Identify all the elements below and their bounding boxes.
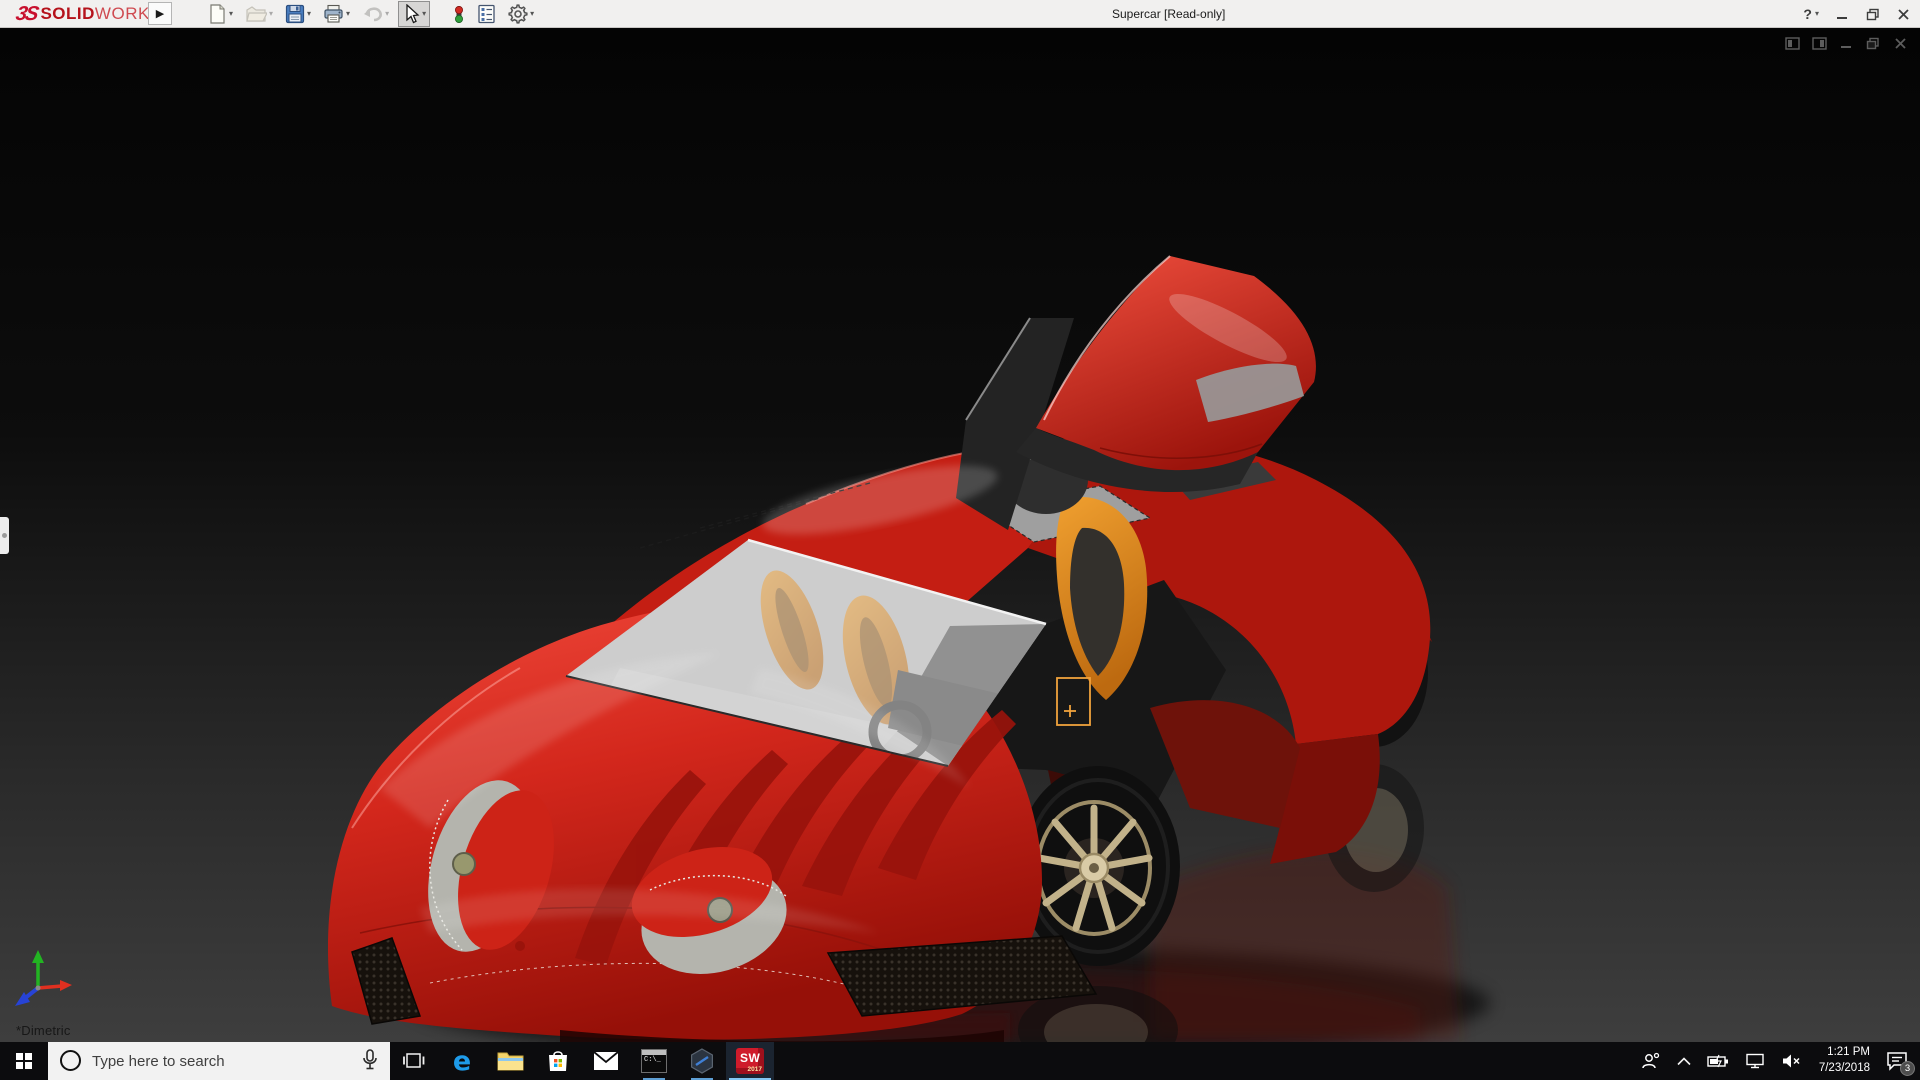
help-icon: ?	[1803, 6, 1812, 22]
view-orientation-label: *Dimetric	[16, 1023, 71, 1038]
new-document-icon	[210, 4, 225, 24]
dropdown-caret-icon[interactable]: ▾	[1815, 10, 1819, 18]
people-icon	[1642, 1052, 1659, 1069]
dropdown-caret-icon[interactable]: ▾	[530, 10, 534, 18]
minimize-icon	[1837, 16, 1847, 19]
start-button[interactable]	[0, 1042, 48, 1080]
hexagon-app-icon	[690, 1048, 713, 1074]
file-properties-icon	[478, 4, 495, 24]
windows-taskbar: e C:\_	[0, 1042, 1920, 1080]
options-gear-icon	[508, 4, 528, 24]
battery-button[interactable]	[1699, 1042, 1737, 1080]
options-button[interactable]: ▾	[505, 1, 537, 27]
dropdown-caret-icon[interactable]: ▾	[346, 10, 350, 18]
taskbar-app-solidworks[interactable]: SW 2017	[726, 1042, 774, 1080]
volume-button[interactable]	[1773, 1042, 1809, 1080]
rebuild-stoplight-icon	[455, 5, 464, 23]
help-button[interactable]: ? ▾	[1803, 6, 1819, 22]
3d-scene[interactable]	[0, 28, 1920, 1042]
battery-charging-icon	[1707, 1054, 1728, 1068]
tray-date: 7/23/2018	[1818, 1062, 1870, 1074]
windows-logo-icon	[16, 1053, 32, 1069]
store-icon	[549, 1051, 567, 1071]
microphone-icon[interactable]	[362, 1049, 378, 1076]
titlebar: 3S SOLID WORKS ▶ ▾ ▾ ▾ ▾ ▾ ▾ ▾ Supercar …	[0, 0, 1920, 28]
dropdown-caret-icon[interactable]: ▾	[307, 10, 311, 18]
flyout-arrow-icon: ▶	[155, 8, 165, 20]
brand-solid-text: SOLID	[40, 4, 95, 23]
print-button[interactable]: ▾	[320, 1, 353, 27]
mail-icon	[593, 1051, 619, 1070]
select-button[interactable]: ▾	[398, 1, 431, 27]
dassault-3ds-logo-icon: 3S	[13, 2, 39, 25]
open-folder-icon	[246, 6, 268, 22]
select-cursor-icon	[406, 4, 420, 24]
print-icon	[324, 4, 343, 23]
task-view-icon	[403, 1053, 425, 1068]
doc-restore-icon[interactable]	[1865, 36, 1881, 50]
ethernet-icon	[1746, 1053, 1764, 1069]
dropdown-caret-icon[interactable]: ▾	[269, 10, 273, 18]
tray-time: 1:21 PM	[1827, 1046, 1870, 1059]
undo-icon	[364, 7, 382, 22]
edge-icon: e	[452, 1045, 472, 1077]
dropdown-caret-icon[interactable]: ▾	[422, 10, 426, 18]
action-center-button[interactable]: 3	[1880, 1042, 1920, 1080]
cortana-icon	[60, 1050, 81, 1071]
solidworks-2017-icon: SW 2017	[736, 1048, 764, 1074]
close-icon	[1898, 8, 1909, 20]
people-button[interactable]	[1633, 1042, 1669, 1080]
taskbar-app-store[interactable]	[534, 1042, 582, 1080]
chevron-up-icon	[1677, 1056, 1691, 1065]
new-document-button[interactable]: ▾	[205, 1, 236, 27]
notification-badge: 3	[1900, 1061, 1915, 1076]
taskbar-app-hex[interactable]	[678, 1042, 726, 1080]
task-view-button[interactable]	[390, 1042, 438, 1080]
toolbar-flyout-button[interactable]: ▶	[148, 2, 172, 25]
taskbar-search[interactable]	[48, 1042, 390, 1080]
close-button[interactable]	[1897, 8, 1910, 21]
graphics-viewport[interactable]: *Dimetric	[0, 28, 1920, 1042]
file-properties-button[interactable]	[474, 1, 499, 27]
undo-button[interactable]: ▾	[359, 1, 392, 27]
restore-button[interactable]	[1866, 8, 1880, 21]
document-window-controls	[1784, 36, 1908, 50]
quick-access-toolbar: ▾ ▾ ▾ ▾ ▾ ▾ ▾	[205, 0, 537, 28]
volume-muted-icon	[1782, 1054, 1800, 1068]
taskbar-app-mail[interactable]	[582, 1042, 630, 1080]
restore-icon	[1866, 8, 1879, 20]
save-floppy-icon	[285, 4, 305, 24]
featuremanager-collapsed-tab[interactable]	[0, 517, 9, 554]
document-title: Supercar [Read-only]	[1112, 7, 1226, 21]
doc-minimize-icon[interactable]	[1838, 36, 1854, 50]
open-button[interactable]: ▾	[242, 1, 276, 27]
taskbar-app-file-explorer[interactable]	[486, 1042, 534, 1080]
doc-close-icon[interactable]	[1892, 36, 1908, 50]
file-explorer-icon	[497, 1052, 523, 1071]
search-input[interactable]	[92, 1042, 342, 1080]
command-prompt-icon: C:\_	[641, 1049, 667, 1073]
network-button[interactable]	[1737, 1042, 1773, 1080]
clock[interactable]: 1:21 PM 7/23/2018	[1809, 1042, 1880, 1080]
show-hidden-icons-button[interactable]	[1669, 1042, 1699, 1080]
minimize-button[interactable]	[1836, 8, 1849, 21]
taskbar-app-command-prompt[interactable]: C:\_	[630, 1042, 678, 1080]
dropdown-caret-icon[interactable]: ▾	[229, 10, 233, 18]
solidworks-logo: 3S SOLID WORKS	[13, 2, 162, 26]
dropdown-caret-icon[interactable]: ▾	[385, 10, 389, 18]
window-controls: ? ▾	[1803, 0, 1910, 28]
taskbar-app-edge[interactable]: e	[438, 1042, 486, 1080]
pane-toggle-right-icon[interactable]	[1811, 36, 1827, 50]
rebuild-button[interactable]	[450, 1, 468, 27]
system-tray: 1:21 PM 7/23/2018 3	[1633, 1042, 1920, 1080]
save-button[interactable]: ▾	[282, 1, 314, 27]
pane-toggle-left-icon[interactable]	[1784, 36, 1800, 50]
